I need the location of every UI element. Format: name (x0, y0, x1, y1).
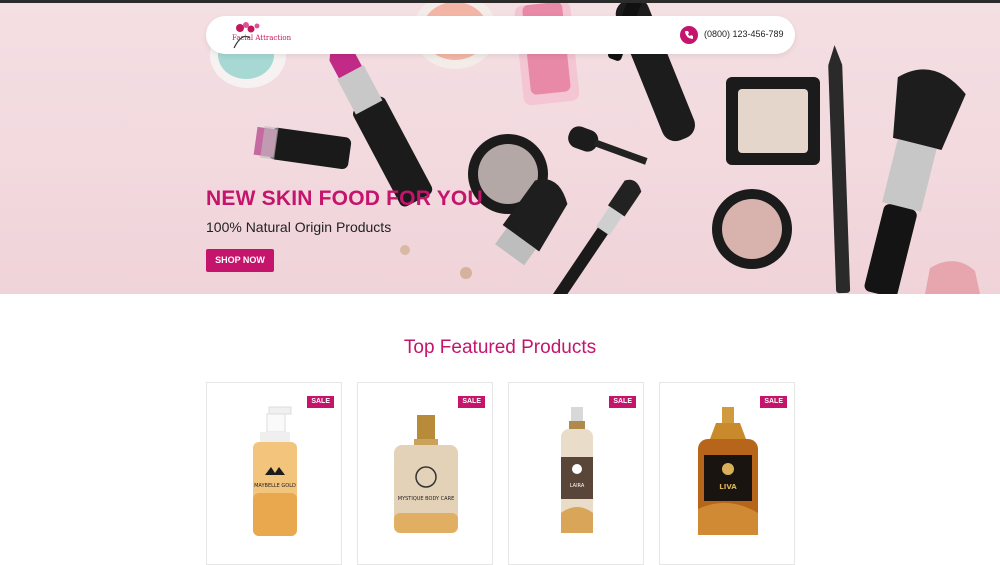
shop-now-button[interactable]: SHOP NOW (206, 249, 274, 272)
sale-badge: SALE (760, 396, 787, 408)
featured-section-title: Top Featured Products (403, 337, 597, 358)
product-label: LIVA (719, 483, 737, 491)
phone-number[interactable]: (0800) 123-456-789 (704, 29, 784, 39)
header-bar: Facial Attraction (0800) 123-456-789 (206, 16, 795, 54)
hero-title: NEW SKIN FOOD FOR YOU (206, 187, 483, 210)
product-image: LIVA (698, 407, 758, 535)
product-card[interactable]: LAIRA SALE (508, 382, 644, 565)
product-image: MYSTIQUE BODY CARE (394, 415, 458, 533)
logo-text: Facial Attraction (232, 34, 292, 42)
sale-badge: SALE (458, 396, 485, 408)
hero-banner: Facial Attraction (0800) 123-456-789 NEW… (0, 3, 1000, 294)
product-card[interactable]: MAYBELLE GOLD SALE (206, 382, 342, 565)
product-card[interactable]: MYSTIQUE BODY CARE SALE (357, 382, 493, 565)
product-label: MAYBELLE GOLD (254, 483, 296, 489)
hero-subtitle: 100% Natural Origin Products (206, 219, 392, 235)
product-card[interactable]: LIVA SALE (659, 382, 795, 565)
product-image: MAYBELLE GOLD (253, 406, 297, 536)
product-label: LAIRA (570, 483, 585, 489)
phone-icon (680, 26, 698, 44)
sale-badge: SALE (609, 396, 636, 408)
product-label: MYSTIQUE BODY CARE (398, 496, 454, 502)
product-image: LAIRA (561, 407, 593, 533)
sale-badge: SALE (307, 396, 334, 408)
